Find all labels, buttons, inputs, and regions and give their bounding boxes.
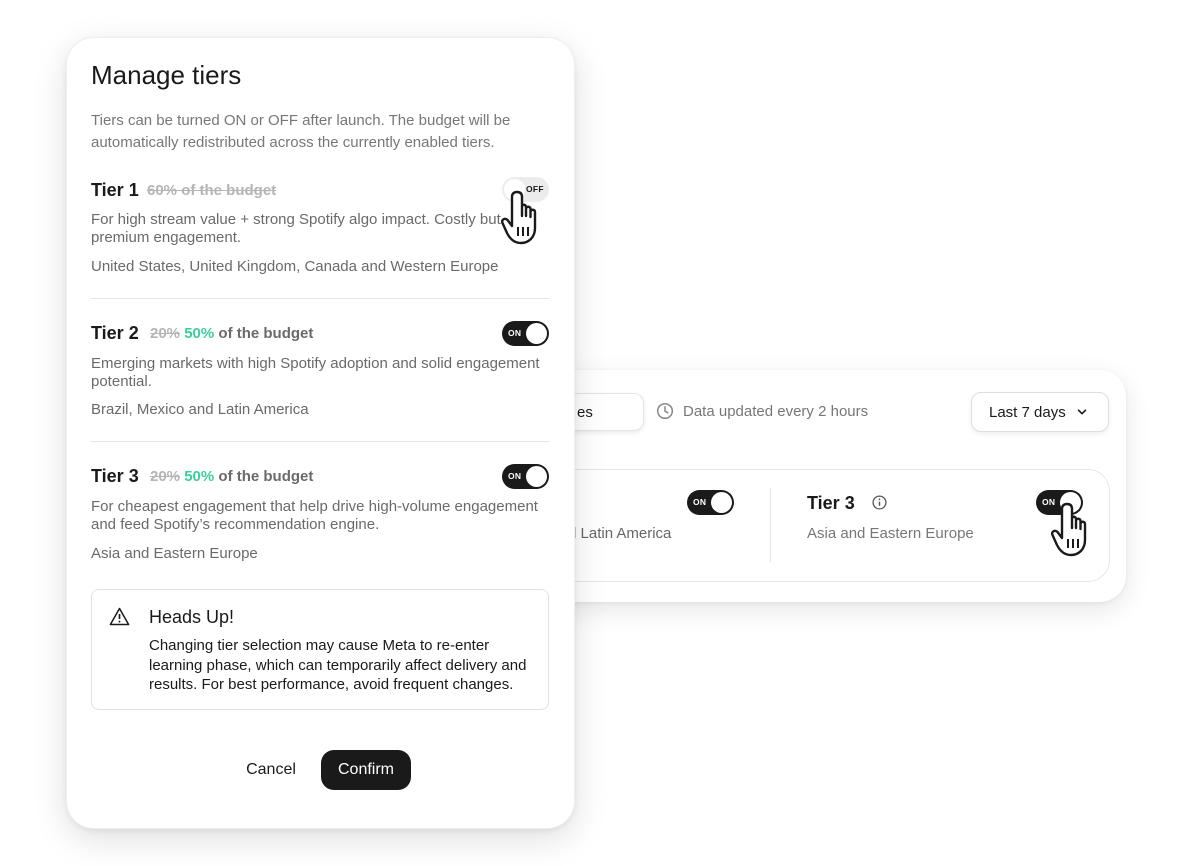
tier2-toggle[interactable]: ON — [502, 321, 549, 346]
chevron-down-icon — [1077, 409, 1087, 415]
tier3-budget: 20% 50% of the budget — [150, 468, 313, 485]
clock-icon — [656, 402, 674, 420]
tier2-name: Tier 2 — [91, 323, 139, 343]
tier3-budget-new: 50% — [184, 468, 215, 485]
modal-title: Manage tiers — [91, 60, 242, 90]
data-updated-text: Data updated every 2 hours — [683, 402, 869, 420]
toggle-knob — [526, 323, 547, 344]
date-range-label: Last 7 days — [989, 403, 1066, 421]
tier3-description: For cheapest engagement that help drive … — [91, 498, 538, 533]
tier2-budget: 20% 50% of the budget — [150, 325, 313, 342]
tier3-toggle[interactable]: ON — [502, 464, 549, 489]
tier2-budget-new: 50% — [184, 325, 215, 342]
tier1-regions: United States, United Kingdom, Canada an… — [91, 258, 499, 275]
warning-icon — [109, 607, 130, 626]
filter-chip-label: es — [577, 404, 593, 421]
tier1-budget: 60% of the budget — [147, 182, 276, 199]
tier1-name: Tier 1 — [91, 180, 139, 200]
info-icon[interactable] — [872, 495, 887, 510]
divider — [91, 441, 549, 442]
toggle-label: ON — [693, 497, 707, 507]
tier2-summary-toggle[interactable]: ON — [687, 490, 734, 515]
alert-body: Changing tier selection may cause Meta t… — [149, 637, 527, 693]
date-range-select[interactable]: Last 7 days — [971, 392, 1109, 432]
tier3-summary-title: Tier 3 — [807, 493, 855, 513]
confirm-button[interactable]: Confirm — [321, 750, 411, 790]
toggle-label: ON — [508, 328, 522, 338]
tier3-budget-suffix: of the budget — [218, 468, 314, 485]
modal-description: Tiers can be turned ON or OFF after laun… — [91, 112, 511, 151]
tier3-name: Tier 3 — [91, 466, 139, 486]
data-updated-note: Data updated every 2 hours — [656, 402, 868, 420]
hand-pointer-icon — [500, 190, 537, 245]
tier3-summary-regions: Asia and Eastern Europe — [807, 525, 974, 542]
toggle-knob — [526, 466, 547, 487]
toggle-knob — [711, 492, 732, 513]
tier2-budget-old: 20% — [150, 325, 181, 342]
tier2-regions: Brazil, Mexico and Latin America — [91, 401, 309, 418]
divider — [770, 488, 771, 562]
alert-title: Heads Up! — [149, 607, 235, 627]
hand-pointer-icon — [1050, 502, 1087, 557]
toggle-label: ON — [508, 471, 522, 481]
tier2-description: Emerging markets with high Spotify adopt… — [91, 355, 540, 390]
tier1-description: For high stream value + strong Spotify a… — [91, 211, 501, 246]
cancel-button[interactable]: Cancel — [236, 752, 306, 788]
divider — [91, 298, 549, 299]
tier3-budget-old: 20% — [150, 468, 181, 485]
tier2-budget-suffix: of the budget — [218, 325, 314, 342]
manage-tiers-modal — [66, 37, 575, 829]
tier2-summary-regions: d Latin America — [568, 525, 672, 542]
tier1-budget-old: 60% of the budget — [147, 182, 277, 199]
tier3-regions: Asia and Eastern Europe — [91, 545, 258, 562]
